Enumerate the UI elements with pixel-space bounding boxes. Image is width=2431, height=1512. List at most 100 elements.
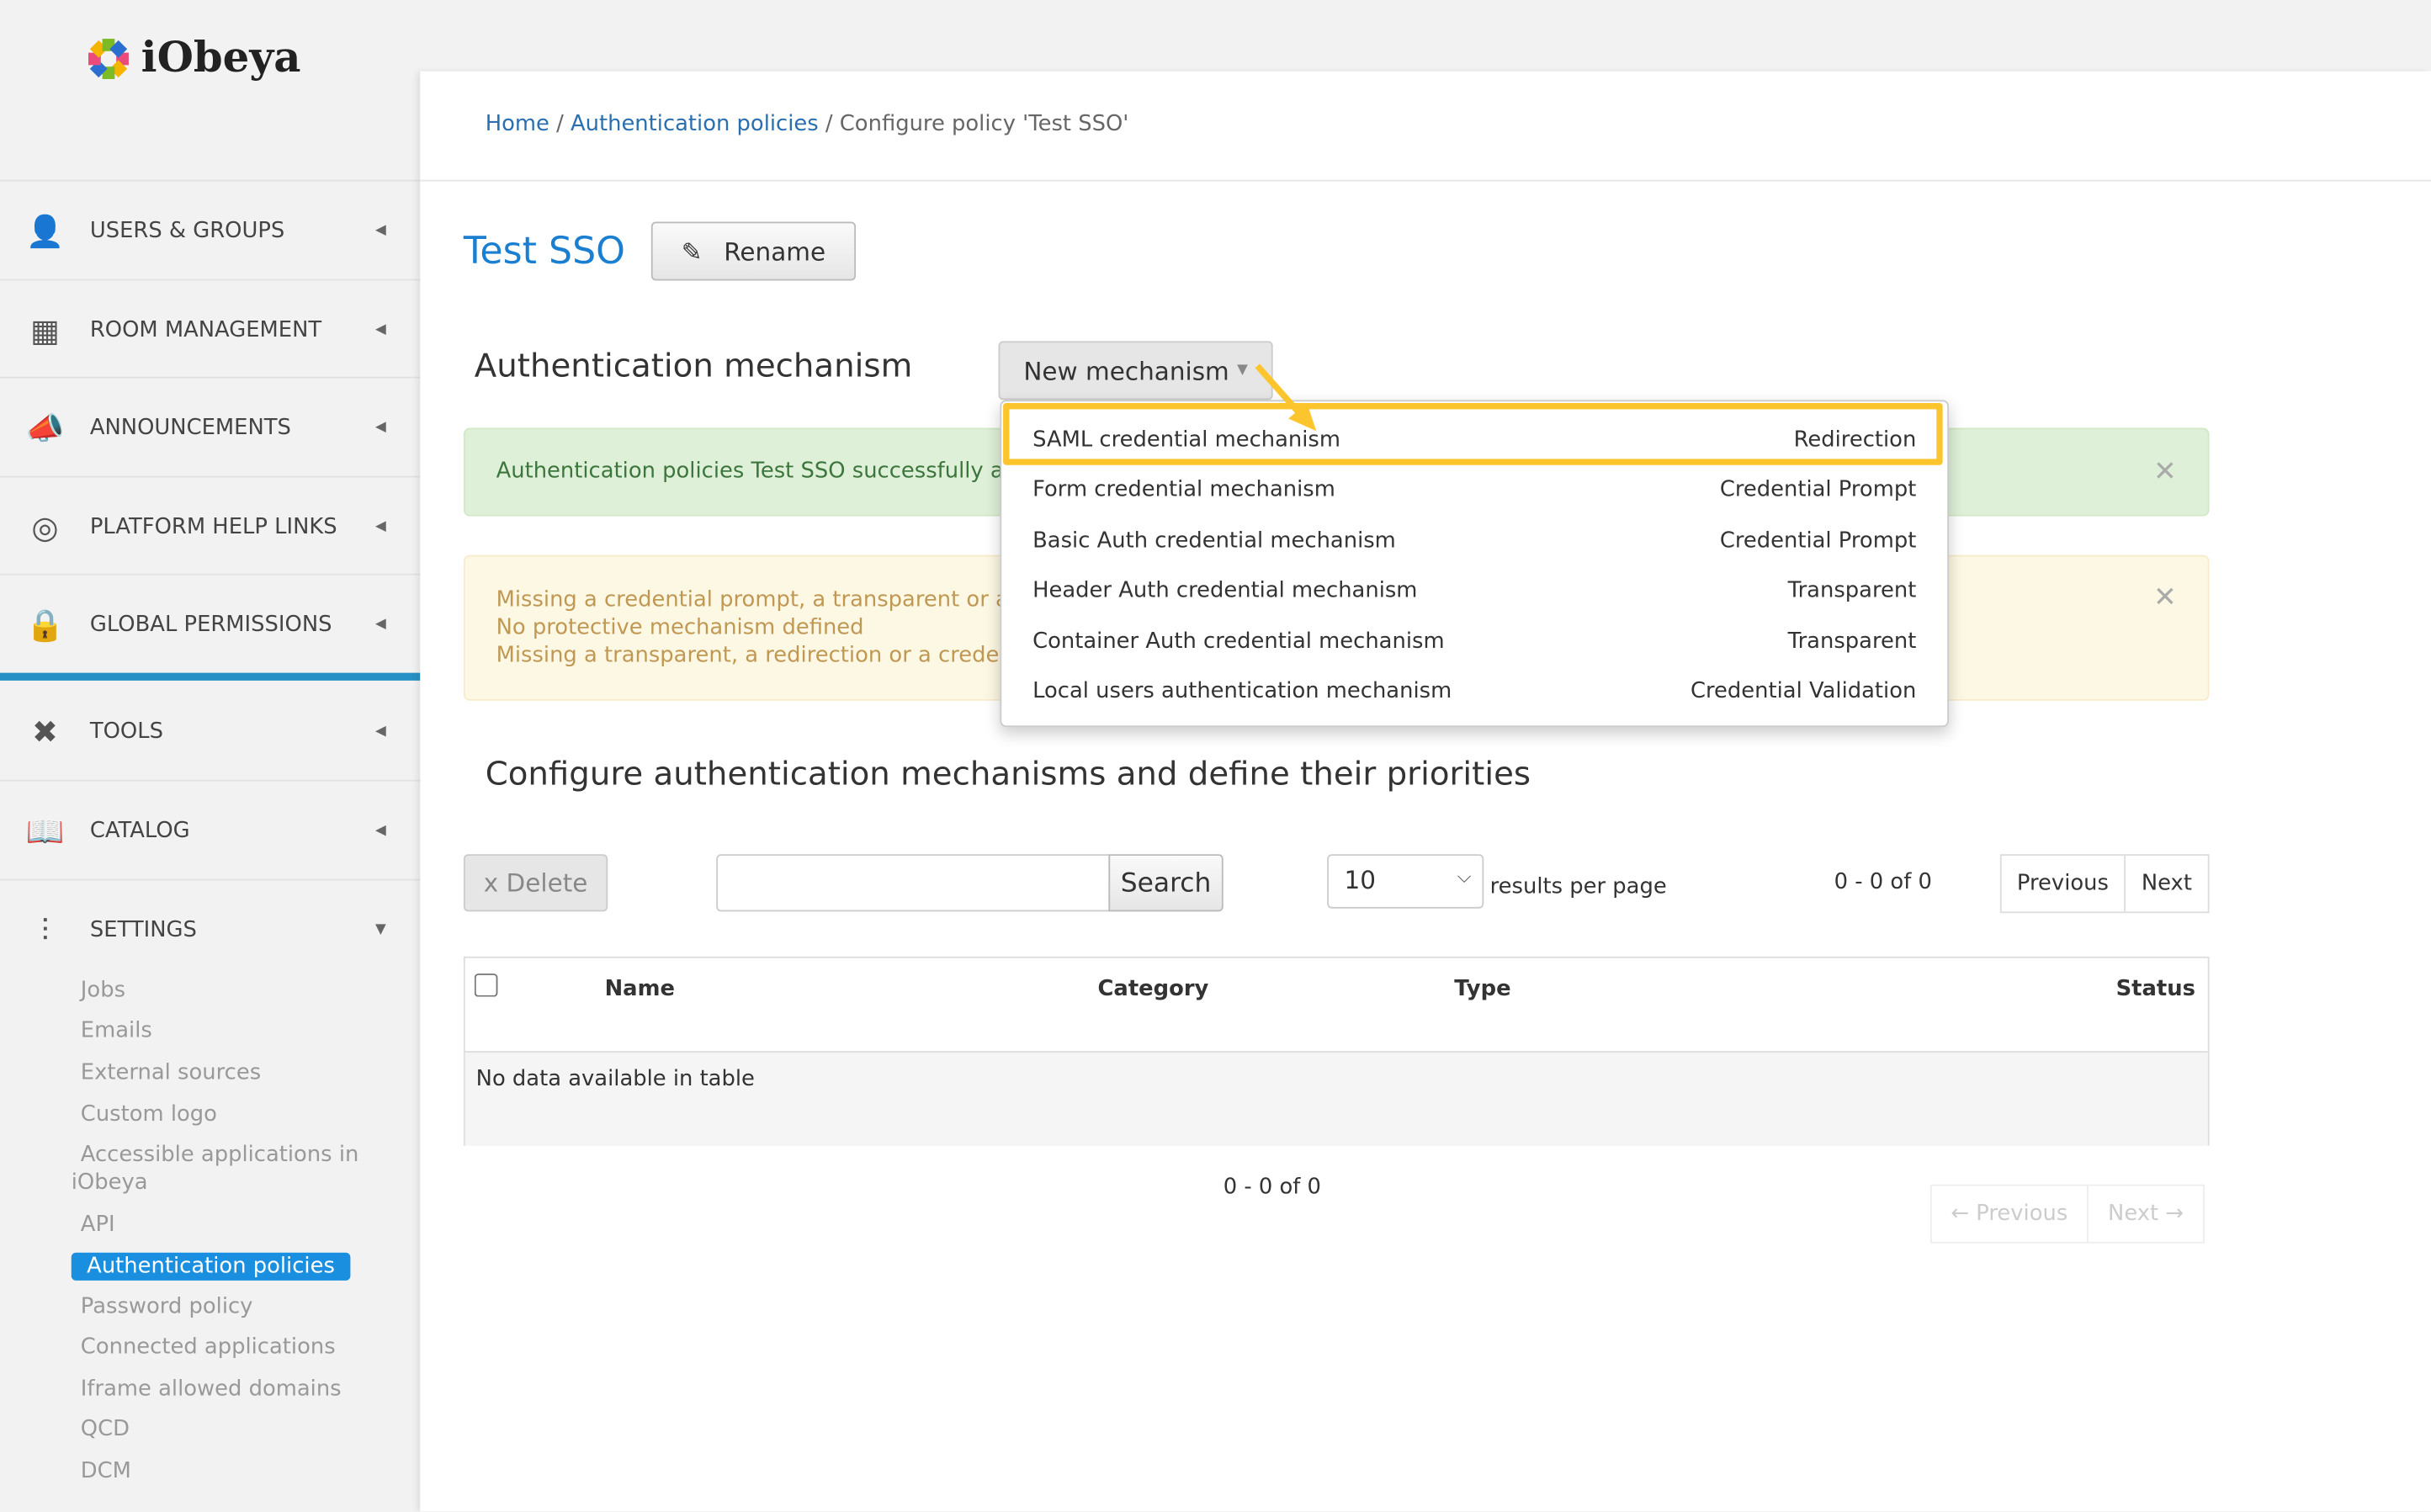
table-row: No data available in table [464, 1051, 2208, 1146]
close-icon[interactable]: ✕ [2153, 429, 2177, 514]
sidebar-item-label: USERS & GROUPS [89, 217, 285, 243]
dropdown-item-form[interactable]: Form credential mechanism Credential Prom… [1001, 465, 1947, 515]
caret-down-icon: ▼ [375, 921, 386, 937]
caret-down-icon: ▼ [1237, 363, 1248, 379]
item-name: Basic Auth credential mechanism [1032, 528, 1396, 554]
previous-button[interactable]: Previous [1999, 854, 2126, 914]
logo-flower-icon [88, 38, 129, 79]
select-all-checkbox[interactable] [474, 974, 498, 997]
lifebuoy-icon: ◎ [31, 507, 59, 545]
settings-link-external-sources[interactable]: External sources [81, 1060, 261, 1085]
dropdown-item-basic-auth[interactable]: Basic Auth credential mechanism Credentia… [1001, 517, 1947, 566]
sidebar-item-global-permissions[interactable]: 🔒 GLOBAL PERMISSIONS ◀ [0, 573, 421, 681]
new-mechanism-label: New mechanism [1023, 355, 1229, 385]
column-category[interactable]: Category [1097, 977, 1208, 1001]
sidebar-item-announcements[interactable]: 📣 ANNOUNCEMENTS ◀ [0, 376, 421, 476]
chevron-down-icon: ⌵ [1457, 865, 1472, 887]
breadcrumb-home[interactable]: Home [486, 112, 549, 136]
item-type: Transparent [1787, 629, 1917, 655]
settings-link-iframe-allowed-domains[interactable]: Iframe allowed domains [81, 1377, 342, 1401]
lock-icon: 🔒 [25, 605, 65, 643]
next-button-bottom[interactable]: Next → [2087, 1184, 2205, 1244]
range-info-top: 0 - 0 of 0 [1834, 869, 1932, 895]
new-mechanism-button[interactable]: New mechanism ▼ [998, 341, 1273, 401]
settings-link-custom-logo[interactable]: Custom logo [81, 1102, 217, 1127]
sidebar-item-users-groups[interactable]: 👤 USERS & GROUPS ◀ [0, 179, 421, 279]
sidebar-item-settings[interactable]: ⫶ SETTINGS ▼ [0, 878, 421, 979]
rename-label: Rename [724, 236, 826, 266]
caret-left-icon: ◀ [375, 616, 386, 632]
range-info-bottom: 0 - 0 of 0 [1223, 1175, 1321, 1201]
sidebar-item-label: GLOBAL PERMISSIONS [89, 611, 332, 637]
settings-link-jobs[interactable]: Jobs [81, 979, 125, 1003]
logo[interactable]: iObeya [85, 34, 301, 82]
dropdown-item-local-users[interactable]: Local users authentication mechanism Cred… [1001, 666, 1947, 716]
sidebar-item-label: CATALOG [89, 817, 190, 843]
per-page-value: 10 [1344, 865, 1376, 895]
per-page-label: results per page [1489, 874, 1667, 899]
dropdown-item-header-auth[interactable]: Header Auth credential mechanism Transpar… [1001, 566, 1947, 616]
tools-icon: ✖ [31, 712, 58, 750]
sidebar-item-label: TOOLS [89, 718, 163, 744]
delete-button[interactable]: x Delete [463, 854, 608, 912]
sidebar-item-catalog[interactable]: 📖 CATALOG ◀ [0, 779, 421, 879]
mechanisms-table: Name Category Type Status No data availa… [463, 956, 2210, 1146]
sidebar-item-room-management[interactable]: ▦ ROOM MANAGEMENT ◀ [0, 279, 421, 379]
settings-link-emails[interactable]: Emails [81, 1019, 152, 1043]
megaphone-icon: 📣 [25, 408, 65, 446]
pencil-icon: ✎ [681, 236, 703, 266]
item-name: Form credential mechanism [1032, 477, 1335, 502]
column-type[interactable]: Type [1454, 977, 1510, 1001]
item-type: Transparent [1787, 578, 1917, 603]
highlight-box [1003, 403, 1943, 465]
dropdown-item-container-auth[interactable]: Container Auth credential mechanism Trans… [1001, 617, 1947, 666]
column-status[interactable]: Status [2116, 977, 2195, 1001]
item-type: Credential Prompt [1719, 528, 1917, 554]
settings-link-api[interactable]: API [81, 1212, 115, 1237]
search-input[interactable] [716, 854, 1111, 912]
breadcrumb: Home / Authentication policies / Configu… [485, 111, 1129, 137]
breadcrumb-current: Configure policy 'Test SSO' [839, 111, 1129, 137]
sidebar-item-label: PLATFORM HELP LINKS [89, 513, 337, 539]
item-name: Header Auth credential mechanism [1032, 578, 1418, 603]
building-icon: ▦ [30, 310, 60, 348]
search-button[interactable]: Search [1108, 854, 1223, 912]
sidebar-item-platform-help-links[interactable]: ◎ PLATFORM HELP LINKS ◀ [0, 475, 421, 576]
settings-link-password-policy[interactable]: Password policy [81, 1294, 253, 1318]
sidebar-item-tools[interactable]: ✖ TOOLS ◀ [0, 682, 420, 780]
settings-link-accessible-applications[interactable]: Accessible applications in [81, 1143, 359, 1167]
item-name: Local users authentication mechanism [1032, 679, 1452, 704]
mechanism-heading: Authentication mechanism [474, 347, 913, 385]
sidebar-item-label: ANNOUNCEMENTS [89, 414, 291, 440]
caret-left-icon: ◀ [375, 518, 386, 534]
user-icon: 👤 [25, 211, 65, 249]
caret-left-icon: ◀ [375, 321, 386, 337]
logo-text: iObeya [141, 34, 301, 82]
sidebar: iObeya 👤 USERS & GROUPS ◀ ▦ ROOM MANAGEMENT… [0, 0, 421, 1511]
results-per-page-select[interactable]: 10 ⌵ [1327, 854, 1484, 909]
settings-link-qcd[interactable]: QCD [81, 1417, 130, 1441]
sidebar-item-label: ROOM MANAGEMENT [89, 316, 322, 342]
caret-left-icon: ◀ [375, 822, 386, 838]
previous-button-bottom[interactable]: ← Previous [1929, 1184, 2089, 1244]
page-title: Test SSO [463, 229, 625, 273]
breadcrumb-policies[interactable]: Authentication policies [571, 112, 819, 136]
column-name[interactable]: Name [605, 977, 675, 1001]
settings-link-dcm[interactable]: DCM [81, 1459, 131, 1483]
settings-link-connected-applications[interactable]: Connected applications [81, 1334, 336, 1359]
success-message: Authentication policies Test SSO success… [496, 459, 1032, 484]
close-icon[interactable]: ✕ [2153, 584, 2177, 613]
next-button[interactable]: Next [2124, 854, 2210, 914]
item-name: Container Auth credential mechanism [1032, 629, 1445, 655]
caret-left-icon: ◀ [375, 723, 386, 739]
item-type: Credential Prompt [1719, 477, 1917, 502]
divider [420, 179, 2431, 182]
sidebar-item-label: SETTINGS [89, 916, 197, 942]
item-type: Credential Validation [1690, 679, 1917, 704]
caret-left-icon: ◀ [375, 222, 386, 238]
settings-link-authentication-policies[interactable]: Authentication policies [71, 1252, 351, 1281]
rename-button[interactable]: ✎ Rename [650, 221, 857, 281]
empty-message: No data available in table [475, 1066, 755, 1092]
highlight-arrow-icon [1255, 363, 1317, 432]
settings-link-accessible-applications-line2[interactable]: iObeya [72, 1170, 148, 1195]
